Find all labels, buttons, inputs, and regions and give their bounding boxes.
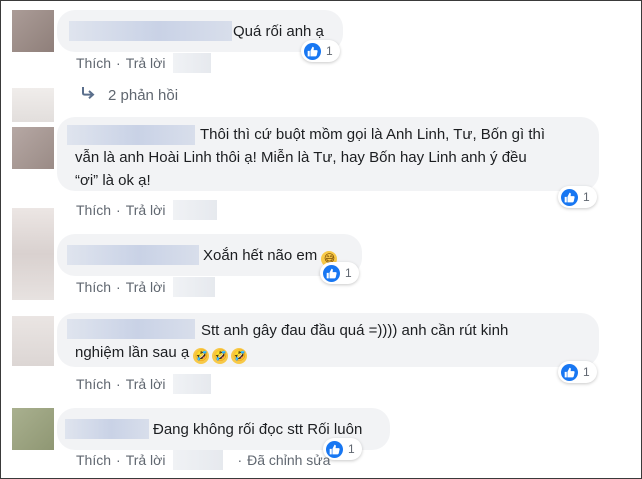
timestamp-redacted[interactable]: [173, 450, 224, 470]
comment-text-line: “ơi” là ok ạ!: [75, 172, 151, 189]
rofl-emoji: 🤣: [193, 348, 210, 364]
comment-actions: Thích · Trả lời · Đã chỉnh sửa: [76, 450, 330, 470]
commenter-name-redacted[interactable]: [69, 21, 232, 41]
reaction-badge[interactable]: 1: [558, 361, 597, 383]
comment-bubble: Quá rối anh ạ: [57, 10, 343, 52]
reply-link[interactable]: Trả lời: [126, 376, 166, 392]
like-link[interactable]: Thích: [76, 55, 111, 71]
reply-link[interactable]: Trả lời: [126, 279, 166, 295]
like-reaction-icon: [304, 42, 321, 60]
avatar[interactable]: [12, 316, 54, 366]
timestamp-redacted[interactable]: [173, 277, 216, 297]
comment-bubble: Stt anh gây đau đầu quá =)))) anh cần rú…: [57, 313, 599, 367]
separator-dot: ·: [237, 452, 243, 468]
rofl-emoji: 🤣: [212, 348, 229, 364]
reaction-count: 1: [345, 266, 352, 280]
separator-dot: ·: [116, 55, 121, 71]
reply-link[interactable]: Trả lời: [126, 55, 166, 71]
comment-actions: Thích · Trả lời: [76, 53, 212, 73]
like-link[interactable]: Thích: [76, 202, 111, 218]
reply-link[interactable]: Trả lời: [126, 202, 166, 218]
comment-bubble: Xoắn hết não em 😅: [57, 234, 362, 276]
timestamp-redacted[interactable]: [173, 53, 212, 73]
reaction-badge[interactable]: 1: [558, 186, 597, 208]
reaction-badge[interactable]: 1: [301, 40, 340, 62]
avatar[interactable]: [12, 408, 54, 450]
reaction-count: 1: [348, 442, 355, 456]
commenter-name-redacted[interactable]: [65, 419, 149, 439]
commenter-name-redacted[interactable]: [67, 319, 195, 339]
separator-dot: ·: [116, 376, 121, 392]
reaction-count: 1: [583, 190, 590, 204]
comment-text: Xoắn hết não em 😅: [203, 244, 340, 267]
commenter-name-redacted[interactable]: [67, 245, 199, 265]
reply-arrow-icon: [80, 86, 96, 104]
avatar[interactable]: [12, 127, 54, 169]
edited-label[interactable]: Đã chỉnh sửa: [247, 452, 330, 468]
timestamp-redacted[interactable]: [173, 374, 212, 394]
replies-count-label[interactable]: 2 phản hồi: [108, 87, 178, 104]
comment-bubble: Thôi thì cứ buột mồm gọi là Anh Linh, Tư…: [57, 117, 599, 191]
rofl-emoji: 🤣: [231, 348, 248, 364]
comment-actions: Thích · Trả lời: [76, 200, 218, 220]
like-link[interactable]: Thích: [76, 452, 111, 468]
comment-text-line: Stt anh gây đau đầu quá =)))) anh cần rú…: [201, 322, 509, 339]
separator-dot: ·: [116, 202, 121, 218]
comment-actions: Thích · Trả lời: [76, 277, 216, 297]
comment-text-line: Thôi thì cứ buột mồm gọi là Anh Linh, Tư…: [200, 126, 545, 143]
like-link[interactable]: Thích: [76, 376, 111, 392]
like-reaction-icon: [323, 264, 340, 282]
like-reaction-icon: [561, 188, 578, 206]
comment-text-content: Xoắn hết não em: [203, 247, 318, 264]
comment-text-line: nghiệm lần sau ạ 🤣 🤣 🤣: [75, 341, 250, 364]
avatar[interactable]: [12, 10, 54, 52]
reaction-count: 1: [326, 44, 333, 58]
commenter-name-redacted[interactable]: [67, 125, 195, 145]
separator-dot: ·: [116, 279, 121, 295]
reply-link[interactable]: Trả lời: [126, 452, 166, 468]
avatar-blur-strip: [12, 88, 54, 122]
reaction-badge[interactable]: 1: [320, 262, 359, 284]
avatar[interactable]: [12, 208, 54, 300]
like-reaction-icon: [561, 363, 578, 381]
comment-text-line: vẫn là anh Hoài Linh thôi ạ! Miễn là Tư,…: [75, 149, 527, 166]
comment-text-content: nghiệm lần sau ạ: [75, 344, 190, 361]
like-link[interactable]: Thích: [76, 279, 111, 295]
reaction-count: 1: [583, 365, 590, 379]
separator-dot: ·: [116, 452, 121, 468]
comment-actions: Thích · Trả lời: [76, 374, 212, 394]
view-replies-link[interactable]: 2 phản hồi: [80, 86, 178, 104]
timestamp-redacted[interactable]: [173, 200, 218, 220]
